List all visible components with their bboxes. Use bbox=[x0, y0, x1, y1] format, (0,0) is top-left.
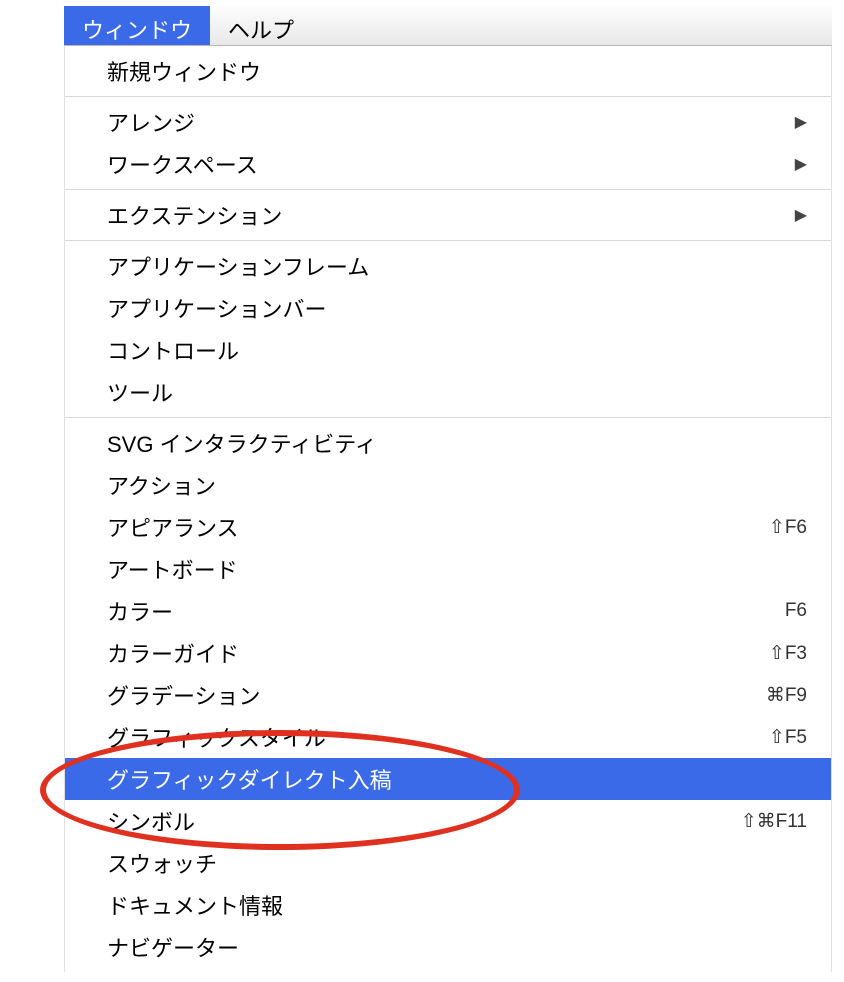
menu-item-label: ツール bbox=[107, 376, 807, 408]
menu-item-new-window[interactable]: 新規ウィンドウ bbox=[65, 50, 831, 92]
menu-item-label: グラフィックスタイル bbox=[107, 721, 769, 753]
menu-item-label: コントロール bbox=[107, 334, 807, 366]
menu-item-label: アレンジ bbox=[107, 106, 795, 138]
menu-section-5: SVG インタラクティビティ アクション アピアランス ⇧F6 アートボード カ… bbox=[65, 418, 831, 972]
menu-item-gradient[interactable]: グラデーション ⌘F9 bbox=[65, 674, 831, 716]
menu-section-1: 新規ウィンドウ bbox=[65, 46, 831, 97]
menu-item-workspace[interactable]: ワークスペース ▶ bbox=[65, 143, 831, 185]
menu-item-symbol[interactable]: シンボル ⇧⌘F11 bbox=[65, 800, 831, 842]
menu-item-label: エクステンション bbox=[107, 199, 795, 231]
menu-item-label: SVG インタラクティビティ bbox=[107, 427, 807, 459]
menu-section-3: エクステンション ▶ bbox=[65, 190, 831, 241]
menu-item-shortcut: F6 bbox=[785, 600, 807, 622]
menu-item-doc-info[interactable]: ドキュメント情報 bbox=[65, 884, 831, 926]
submenu-arrow-icon: ▶ bbox=[795, 112, 807, 132]
menu-item-label: グラデーション bbox=[107, 679, 766, 711]
menu-item-tool[interactable]: ツール bbox=[65, 371, 831, 413]
menu-item-artboard[interactable]: アートボード bbox=[65, 548, 831, 590]
menu-item-label: ワークスペース bbox=[107, 148, 795, 180]
menu-item-color[interactable]: カラー F6 bbox=[65, 590, 831, 632]
menu-item-label: シンボル bbox=[107, 805, 741, 837]
menu-item-color-guide[interactable]: カラーガイド ⇧F3 bbox=[65, 632, 831, 674]
menu-item-navigator[interactable]: ナビゲーター bbox=[65, 926, 831, 968]
submenu-arrow-icon: ▶ bbox=[795, 205, 807, 225]
menu-item-graphic-direct[interactable]: グラフィックダイレクト入稿 bbox=[65, 758, 831, 800]
menu-item-arrange[interactable]: アレンジ ▶ bbox=[65, 101, 831, 143]
menu-item-label: カラーガイド bbox=[107, 637, 769, 669]
menu-item-shortcut: ⌘F9 bbox=[766, 684, 807, 707]
menu-item-label: スウォッチ bbox=[107, 847, 807, 879]
menu-item-label: アクション bbox=[107, 469, 807, 501]
menu-item-appearance[interactable]: アピアランス ⇧F6 bbox=[65, 506, 831, 548]
menu-item-label: グラフィックダイレクト入稿 bbox=[107, 763, 807, 795]
menu-item-app-bar[interactable]: アプリケーションバー bbox=[65, 287, 831, 329]
menu-item-label: ドキュメント情報 bbox=[107, 889, 807, 921]
menu-item-graphic-style[interactable]: グラフィックスタイル ⇧F5 bbox=[65, 716, 831, 758]
menu-item-action[interactable]: アクション bbox=[65, 464, 831, 506]
menu-item-label: アピアランス bbox=[107, 511, 769, 543]
menu-item-shortcut: ⇧F6 bbox=[769, 516, 807, 539]
menu-item-label: 新規ウィンドウ bbox=[107, 55, 807, 87]
menu-item-svg-interactivity[interactable]: SVG インタラクティビティ bbox=[65, 422, 831, 464]
menu-item-shortcut: ⇧F5 bbox=[769, 726, 807, 749]
menubar-help[interactable]: ヘルプ bbox=[210, 6, 312, 45]
menu-item-app-frame[interactable]: アプリケーションフレーム bbox=[65, 245, 831, 287]
menu-item-shortcut: ⇧⌘F11 bbox=[741, 810, 807, 833]
menubar: ウィンドウ ヘルプ bbox=[64, 6, 832, 46]
menu-item-label: アプリケーションバー bbox=[107, 292, 807, 324]
menu-item-swatch[interactable]: スウォッチ bbox=[65, 842, 831, 884]
menu-section-4: アプリケーションフレーム アプリケーションバー コントロール ツール bbox=[65, 241, 831, 418]
menubar-window[interactable]: ウィンドウ bbox=[64, 6, 210, 45]
menu-section-2: アレンジ ▶ ワークスペース ▶ bbox=[65, 97, 831, 190]
menu-item-control[interactable]: コントロール bbox=[65, 329, 831, 371]
dropdown-menu: 新規ウィンドウ アレンジ ▶ ワークスペース ▶ エクステンション ▶ アプリケ… bbox=[64, 46, 832, 972]
menu-item-shortcut: ⇧F3 bbox=[769, 642, 807, 665]
menu-item-label: カラー bbox=[107, 595, 785, 627]
menu-item-label: ナビゲーター bbox=[107, 931, 807, 963]
menu-item-label: アプリケーションフレーム bbox=[107, 250, 807, 282]
menu-item-extension[interactable]: エクステンション ▶ bbox=[65, 194, 831, 236]
submenu-arrow-icon: ▶ bbox=[795, 154, 807, 174]
menu-item-label: アートボード bbox=[107, 553, 807, 585]
